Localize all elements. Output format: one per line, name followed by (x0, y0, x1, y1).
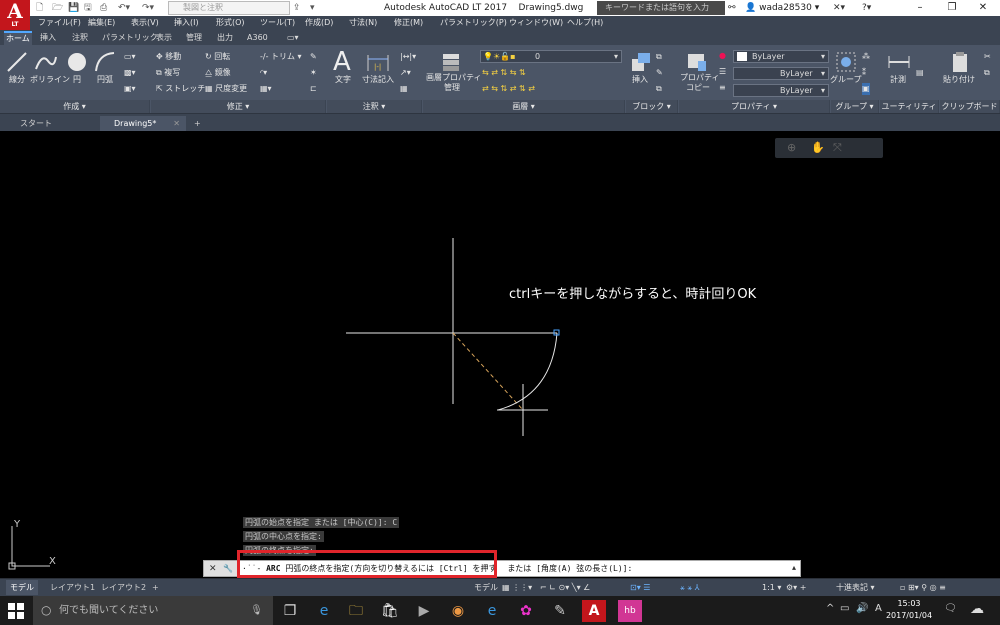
grid-icon[interactable]: ▦ ⋮⋮▾ (502, 580, 532, 596)
windows-start-icon[interactable] (8, 603, 24, 619)
edge-icon[interactable]: e (312, 600, 336, 622)
close-icon[interactable]: ✕ (209, 564, 217, 574)
prompt-options: または [角度(A) 弦の長さ(L)]: (507, 564, 633, 573)
arc-preview (497, 332, 558, 411)
windows-taskbar: ○ 何でも聞いてください 🎙 ❐ e 🗀 🛍 ▶ ◉ e ✿ ✎ A hb ^ … (0, 596, 1000, 625)
model-space-button[interactable]: モデル (474, 580, 498, 596)
file-explorer-icon[interactable]: 🗀 (344, 600, 368, 622)
notification-icon[interactable]: 🗨 (944, 603, 957, 614)
ucs-y-label: Y (13, 519, 21, 530)
clock-time: 15:03 (897, 599, 921, 608)
taskbar-search-placeholder: 何でも聞いてください (59, 605, 159, 616)
app-icon-3[interactable]: hb (618, 600, 642, 622)
ime-indicator[interactable]: A (875, 603, 882, 614)
layout-tab-1[interactable]: レイアウト1 (46, 580, 99, 595)
ucs-x-label: X (49, 556, 56, 567)
ucs-icon (11, 526, 50, 567)
wrench-icon[interactable]: 🔧 (223, 564, 233, 573)
app-icon-1[interactable]: ✿ (514, 600, 538, 622)
drawing-geometry: Y X (8, 238, 560, 570)
microphone-icon[interactable]: 🎙 (250, 596, 263, 625)
media-player-icon[interactable]: ▶ (412, 600, 436, 622)
cortana-icon: ○ (41, 603, 52, 617)
snap-icon[interactable]: ⌐ ∟ ⊙▾ ╲▾ ∠ (540, 580, 590, 596)
add-layout-button[interactable]: + (148, 580, 163, 595)
clock-date: 2017/01/04 (885, 611, 933, 620)
taskbar-clock[interactable]: 15:03 2017/01/04 (884, 598, 934, 622)
command-line-controls: ✕ 🔧 (204, 561, 238, 576)
volume-icon[interactable]: 🔊 (856, 603, 868, 614)
network-icon[interactable]: ▭ (840, 603, 849, 614)
chrome-icon[interactable]: ◉ (446, 600, 470, 622)
task-view-icon[interactable]: ❐ (278, 600, 302, 622)
tray-up-icon[interactable]: ^ (826, 603, 834, 614)
rubber-band-line (452, 332, 524, 411)
command-history-line: 円弧の中心点を指定: (243, 531, 324, 542)
workspace-gear-icon[interactable]: ⚙▾ + (786, 580, 806, 596)
weather-icon[interactable]: ☁ (970, 601, 984, 617)
annotation-visibility-icon[interactable]: ⚹ ⚹ ⅄ (680, 580, 700, 596)
taskbar-search-input[interactable]: ○ 何でも聞いてください 🎙 (33, 596, 273, 625)
annotation-scale[interactable]: 1:1 ▾ (762, 580, 781, 596)
highlight-box (237, 550, 497, 578)
annotation-text: ctrlキーを押しながらすると、時計回りOK (509, 287, 757, 302)
osnap-icon[interactable]: ⊡▾ ☰ (630, 580, 650, 596)
status-bar: モデル レイアウト1 レイアウト2 + モデル ▦ ⋮⋮▾ ⌐ ∟ ⊙▾ ╲▾ … (0, 578, 1000, 596)
internet-explorer-icon[interactable]: e (480, 600, 504, 622)
units-button[interactable]: 十進表記 ▾ (836, 580, 875, 596)
command-history-line: 円弧の始点を指定 または [中心(C)]: C (243, 517, 400, 528)
store-icon[interactable]: 🛍 (378, 600, 402, 622)
history-scroll-icon[interactable]: ▴ (792, 563, 796, 572)
layout-tab-2[interactable]: レイアウト2 (97, 580, 150, 595)
layout-tab-model[interactable]: モデル (6, 580, 38, 595)
app-icon-2[interactable]: ✎ (548, 600, 572, 622)
autocad-taskbar-icon[interactable]: A (582, 600, 606, 622)
status-tray-icons[interactable]: ▫ ⊞▾ ⚲ ◎ ≡ (900, 580, 946, 596)
